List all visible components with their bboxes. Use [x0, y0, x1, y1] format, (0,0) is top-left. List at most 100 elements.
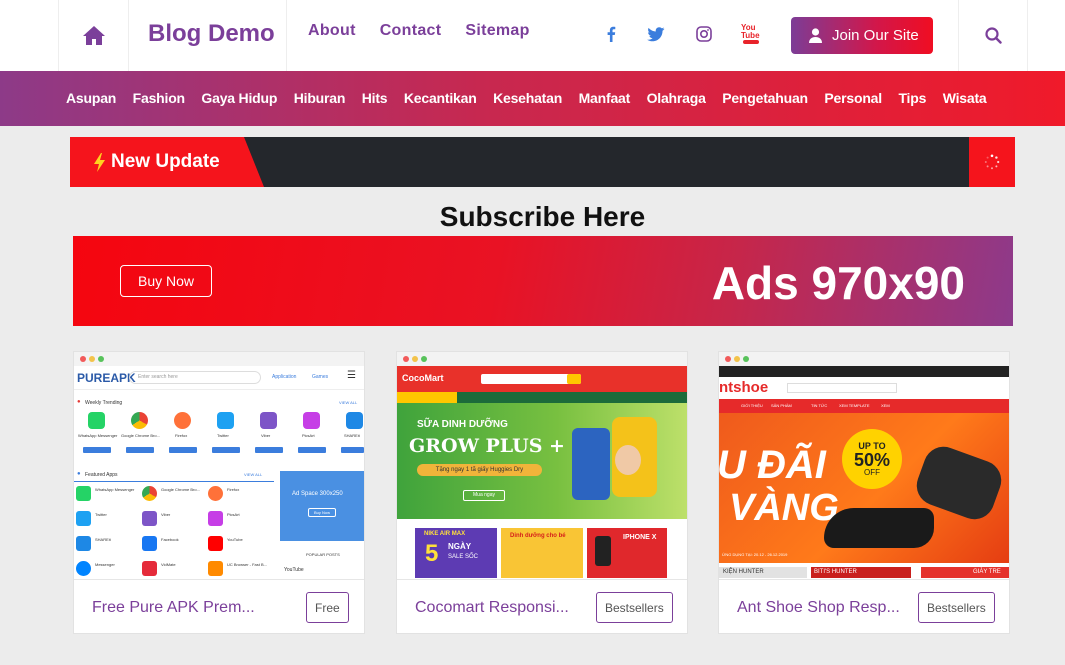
- app-icon: [208, 536, 223, 551]
- mini-fire-icon: ●: [77, 399, 81, 405]
- app-name: PicsArt: [227, 512, 240, 517]
- join-site-button[interactable]: Join Our Site: [791, 17, 933, 54]
- mini-search-placeholder: Enter search here: [138, 374, 178, 380]
- mini-section-trending: Weekly Trending: [85, 400, 123, 406]
- news-ticker: New Update: [70, 137, 1015, 187]
- category-personal[interactable]: Personal: [824, 90, 882, 106]
- mini-menu: GIỚI THIỆU SẢN PHẨM TIN TỨC XEM TEMPLATE…: [719, 399, 1009, 413]
- mini-header: PUREAPK Enter search here Application Ga…: [74, 366, 364, 390]
- mini-badge-text: 50%: [853, 449, 891, 470]
- mini-tile-text: KIỆN HUNTER: [723, 569, 764, 575]
- category-hits[interactable]: Hits: [362, 90, 388, 106]
- browser-bar: [397, 352, 687, 366]
- product-card[interactable]: PUREAPK Enter search here Application Ga…: [73, 351, 365, 634]
- app-name: Google Chrome Bro...: [121, 433, 160, 438]
- card-thumbnail-antshoe[interactable]: ntshoe GIỚI THIỆU SẢN PHẨM TIN TỨC XEM T…: [719, 352, 1009, 578]
- site-logo[interactable]: Blog Demo: [148, 20, 275, 48]
- mini-tile-text: GIÀY TRE: [973, 569, 1001, 575]
- app-icon: [260, 412, 277, 429]
- category-tips[interactable]: Tips: [898, 90, 926, 106]
- app-icon: [208, 511, 223, 526]
- window-dot: [80, 356, 86, 362]
- app-name: Firefox: [175, 433, 188, 438]
- app-name: WhatsApp Messenger: [95, 487, 135, 492]
- mini-ad-button: Buy Now: [308, 508, 336, 517]
- instagram-icon[interactable]: [694, 24, 714, 44]
- youtube-icon[interactable]: You Tube: [741, 24, 761, 44]
- mini-underline: [74, 481, 274, 482]
- mini-banner: U ĐÃI VÀNG UP TO 50% OFF ỨNG DỤNG TẠI: 2…: [719, 413, 1009, 563]
- app-name: Viber: [161, 512, 171, 517]
- category-fashion[interactable]: Fashion: [133, 90, 185, 106]
- card-title[interactable]: Ant Shoe Shop Resp...: [737, 599, 900, 617]
- download-badge: [298, 447, 326, 453]
- ticker-loader: [969, 137, 1015, 187]
- ads-banner[interactable]: Buy Now Ads 970x90: [73, 236, 1013, 326]
- product-card[interactable]: CocoMart SỮA DINH DƯỠNG GROW PLUS + Tặng…: [396, 351, 688, 634]
- mini-header: CocoMart: [397, 366, 687, 392]
- category-kecantikan[interactable]: Kecantikan: [404, 90, 477, 106]
- window-dot: [734, 356, 740, 362]
- category-manfaat[interactable]: Manfaat: [579, 90, 631, 106]
- mini-product-can: [572, 428, 610, 500]
- app-icon: [131, 412, 148, 429]
- category-hiburan[interactable]: Hiburan: [294, 90, 346, 106]
- mini-menu-item: XEM: [881, 403, 890, 408]
- mini-search-box: [787, 383, 897, 393]
- card-title[interactable]: Free Pure APK Prem...: [92, 599, 255, 617]
- card-tag[interactable]: Free: [306, 592, 349, 623]
- mini-view-all: VIEW ALL: [339, 400, 358, 405]
- nav-sitemap[interactable]: Sitemap: [465, 22, 529, 40]
- mini-promo-text: IPHONE X: [623, 534, 657, 541]
- app-name: Twitter: [95, 512, 107, 517]
- app-name: Google Chrome Bro...: [161, 487, 200, 492]
- mini-nav-application: Application: [272, 374, 297, 380]
- download-badge: [126, 447, 154, 453]
- app-icon: [76, 561, 91, 576]
- card-thumbnail-cocomart[interactable]: CocoMart SỮA DINH DƯỠNG GROW PLUS + Tặng…: [397, 352, 687, 578]
- home-button[interactable]: [58, 0, 129, 71]
- window-dot: [412, 356, 418, 362]
- home-icon: [82, 26, 105, 45]
- search-button[interactable]: [958, 0, 1028, 71]
- download-badge: [255, 447, 283, 453]
- twitter-icon[interactable]: [646, 24, 666, 44]
- buy-now-button[interactable]: Buy Now: [120, 265, 212, 297]
- app-icon: [142, 486, 157, 501]
- card-thumbnail-pureapk[interactable]: PUREAPK Enter search here Application Ga…: [74, 352, 364, 578]
- card-footer: Free Pure APK Prem... Free: [74, 579, 364, 634]
- mini-promo-text: NGÀY: [448, 542, 472, 551]
- category-asupan[interactable]: Asupan: [66, 90, 116, 106]
- nav-contact[interactable]: Contact: [380, 22, 442, 40]
- download-badge: [341, 447, 364, 453]
- app-name: Messenger: [95, 562, 115, 567]
- mini-banner-a: U ĐÃI: [719, 443, 826, 487]
- app-name: Facebook: [161, 537, 179, 542]
- facebook-icon[interactable]: [601, 24, 621, 44]
- mini-header: ntshoe: [719, 377, 1009, 399]
- nav-about[interactable]: About: [308, 22, 356, 40]
- product-card[interactable]: ntshoe GIỚI THIỆU SẢN PHẨM TIN TỨC XEM T…: [718, 351, 1010, 634]
- card-tag[interactable]: Bestsellers: [596, 592, 673, 623]
- card-tag[interactable]: Bestsellers: [918, 592, 995, 623]
- category-gaya-hidup[interactable]: Gaya Hidup: [201, 90, 277, 106]
- category-pengetahuan[interactable]: Pengetahuan: [722, 90, 808, 106]
- bolt-icon: [94, 152, 105, 172]
- category-menu: Asupan Fashion Gaya Hidup Hiburan Hits K…: [0, 71, 1065, 126]
- mini-promo-3: IPHONE X: [587, 528, 667, 578]
- card-title[interactable]: Cocomart Responsi...: [415, 599, 569, 617]
- category-olahraga[interactable]: Olahraga: [647, 90, 706, 106]
- app-icon: [142, 536, 157, 551]
- app-icon: [346, 412, 363, 429]
- mini-promo-1: NIKE AIR MAX 5 NGÀY SALE SỐC: [415, 528, 497, 578]
- mini-promo-text: NIKE AIR MAX: [424, 531, 466, 537]
- mini-phone: [595, 536, 611, 566]
- ads-size-text: Ads 970x90: [711, 257, 965, 309]
- category-kesehatan[interactable]: Kesehatan: [493, 90, 562, 106]
- app-icon: [76, 486, 91, 501]
- category-wisata[interactable]: Wisata: [943, 90, 987, 106]
- mini-promo-row: NIKE AIR MAX 5 NGÀY SALE SỐC Dinh dưỡng …: [397, 519, 687, 578]
- download-badge: [212, 447, 240, 453]
- mini-badge-text: OFF: [864, 467, 880, 477]
- mini-search-button: [567, 374, 581, 384]
